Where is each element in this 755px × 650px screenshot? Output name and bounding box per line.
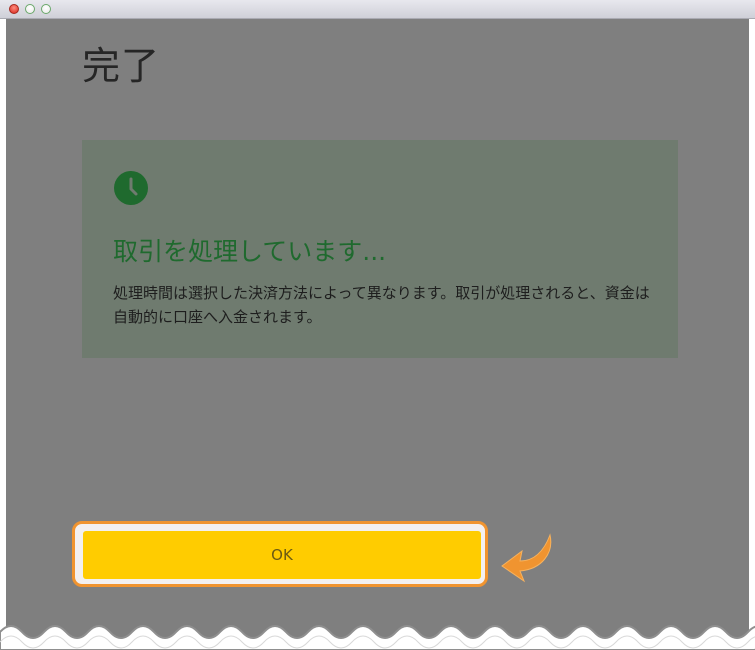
window-minimize-icon[interactable] — [25, 4, 35, 14]
modal-overlay: 完了 取引を処理しています... 処理時間は選択した決済方法によって異なります。… — [6, 19, 749, 650]
status-description: 処理時間は選択した決済方法によって異なります。取引が処理されると、資金は自動的に… — [113, 284, 650, 326]
window-close-icon[interactable] — [9, 4, 19, 14]
clock-icon — [114, 171, 148, 205]
torn-edge-decoration — [0, 625, 755, 650]
processing-status-card: 取引を処理しています... 処理時間は選択した決済方法によって異なります。取引が… — [82, 140, 678, 358]
status-heading: 取引を処理しています... — [113, 237, 387, 266]
window-zoom-icon[interactable] — [41, 4, 51, 14]
ok-button[interactable]: OK — [83, 531, 481, 579]
pointer-arrow-icon — [501, 533, 552, 583]
page-title: 完了 — [82, 44, 161, 88]
app-window: 完了 取引を処理しています... 処理時間は選択した決済方法によって異なります。… — [0, 0, 755, 650]
window-titlebar — [0, 0, 755, 19]
